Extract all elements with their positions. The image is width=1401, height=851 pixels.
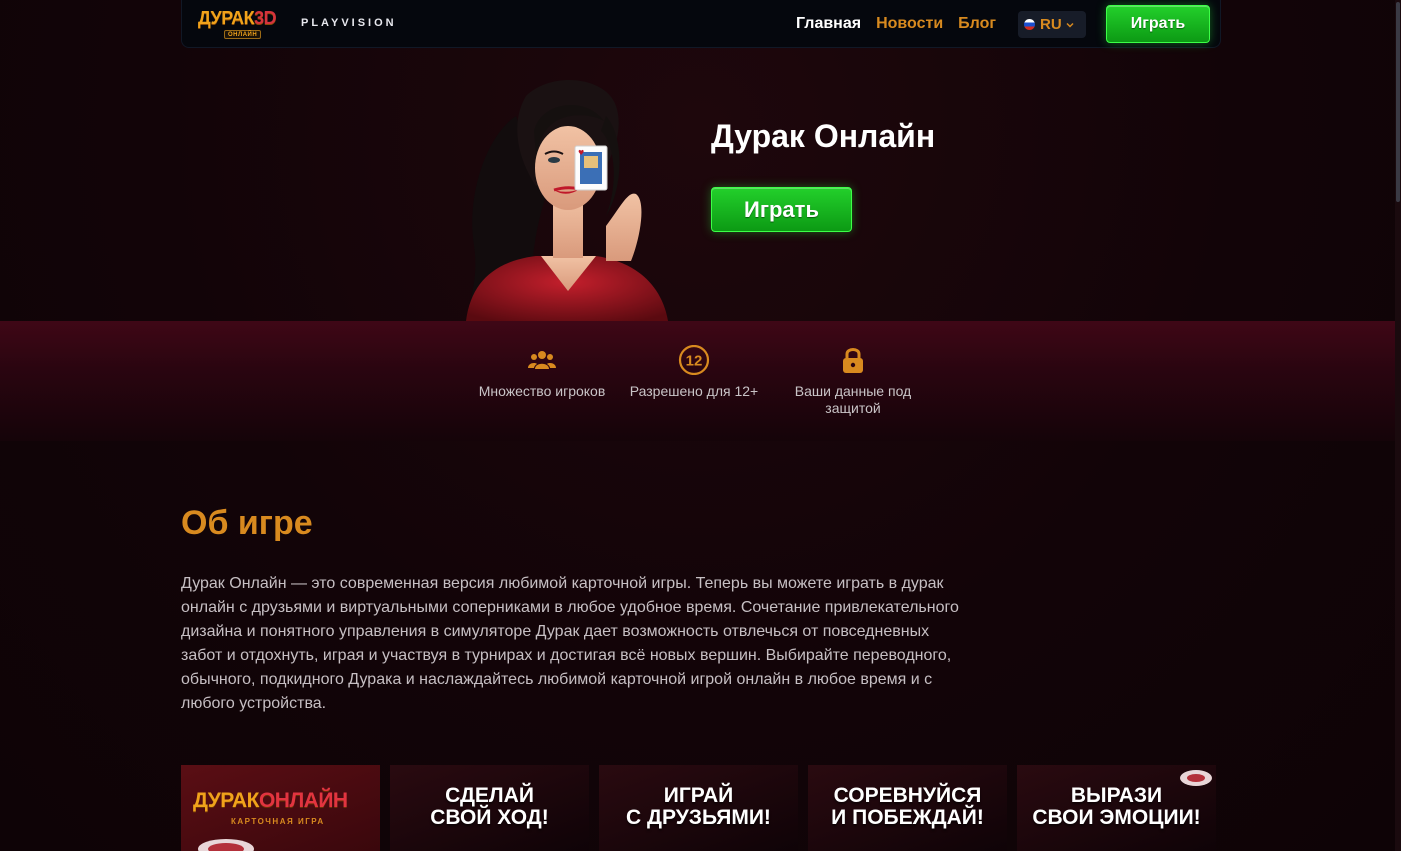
nav-link-blog[interactable]: Блог	[958, 15, 996, 33]
poker-chip-icon	[198, 839, 254, 851]
lock-icon	[843, 348, 863, 373]
promo-card-make-move-text: СДЕЛАЙ СВОЙ ХОД!	[430, 784, 549, 829]
promo-card-logo[interactable]: ДУРАКОНЛАЙН КАРТОЧНАЯ ИГРА	[181, 765, 380, 851]
header-play-button[interactable]: Играть	[1106, 5, 1210, 43]
feature-age-rating-text: Разрешено для 12+	[629, 383, 759, 399]
about-text: Дурак Онлайн — это современная версия лю…	[181, 575, 959, 712]
hero-woman-illustration: ♥	[466, 79, 668, 321]
promo-cards: ДУРАКОНЛАЙН КАРТОЧНАЯ ИГРА СДЕЛАЙ СВОЙ ХО…	[181, 765, 1216, 851]
scrollbar-thumb[interactable]	[1396, 2, 1400, 202]
feature-multiplayer-text: Множество игроков	[478, 383, 606, 399]
nav-link-home[interactable]: Главная	[796, 15, 861, 33]
scrollbar[interactable]	[1395, 0, 1401, 851]
promo-card-compete-text: СОРЕВНУЙСЯ И ПОБЕЖДАЙ!	[831, 784, 984, 829]
promo-card-compete[interactable]: СОРЕВНУЙСЯ И ПОБЕЖДАЙ!	[808, 765, 1007, 851]
language-selector[interactable]: RU	[1018, 11, 1086, 38]
promo-card-emotions-text: ВЫРАЗИ СВОИ ЭМОЦИИ!	[1032, 784, 1201, 829]
feature-data-protection: Ваши данные под защитой	[778, 345, 928, 417]
poker-chip-icon	[1180, 770, 1212, 786]
chevron-down-icon	[1066, 22, 1074, 28]
svg-text:♥: ♥	[578, 149, 584, 157]
card-logo-subtitle: КАРТОЧНАЯ ИГРА	[231, 817, 325, 826]
language-label: RU	[1040, 16, 1062, 33]
promo-card-emotions[interactable]: ВЫРАЗИ СВОИ ЭМОЦИИ!	[1017, 765, 1216, 851]
card-logo-title: ДУРАКОНЛАЙН	[193, 789, 348, 812]
durak3d-logo[interactable]: ДУРАК3D ОНЛАЙН	[198, 8, 290, 40]
about-title: Об игре	[181, 504, 313, 542]
age-12-icon: 12	[678, 345, 710, 375]
nav-link-news[interactable]: Новости	[876, 15, 943, 33]
feature-multiplayer: Множество игроков	[467, 345, 617, 400]
hero-play-button[interactable]: Играть	[711, 187, 852, 232]
main-nav: Главная Новости Блог	[796, 15, 996, 33]
feature-data-protection-text: Ваши данные под защитой	[794, 383, 912, 416]
users-icon	[528, 351, 556, 369]
promo-card-make-move[interactable]: СДЕЛАЙ СВОЙ ХОД!	[390, 765, 589, 851]
hero-title: Дурак Онлайн	[711, 118, 936, 154]
promo-card-play-friends[interactable]: ИГРАЙ С ДРУЗЬЯМИ!	[599, 765, 798, 851]
site-header: ДУРАК3D ОНЛАЙН PLAYVISION Главная Новост…	[181, 0, 1221, 48]
age-12-label: 12	[686, 353, 703, 370]
logo-subtitle: ОНЛАЙН	[224, 30, 262, 39]
logo-title: ДУРАК3D	[198, 8, 277, 28]
feature-age-rating: 12 Разрешено для 12+	[619, 345, 769, 400]
promo-card-play-friends-text: ИГРАЙ С ДРУЗЬЯМИ!	[626, 784, 771, 829]
playvision-brand[interactable]: PLAYVISION	[301, 17, 397, 29]
russia-flag-icon	[1024, 19, 1035, 30]
